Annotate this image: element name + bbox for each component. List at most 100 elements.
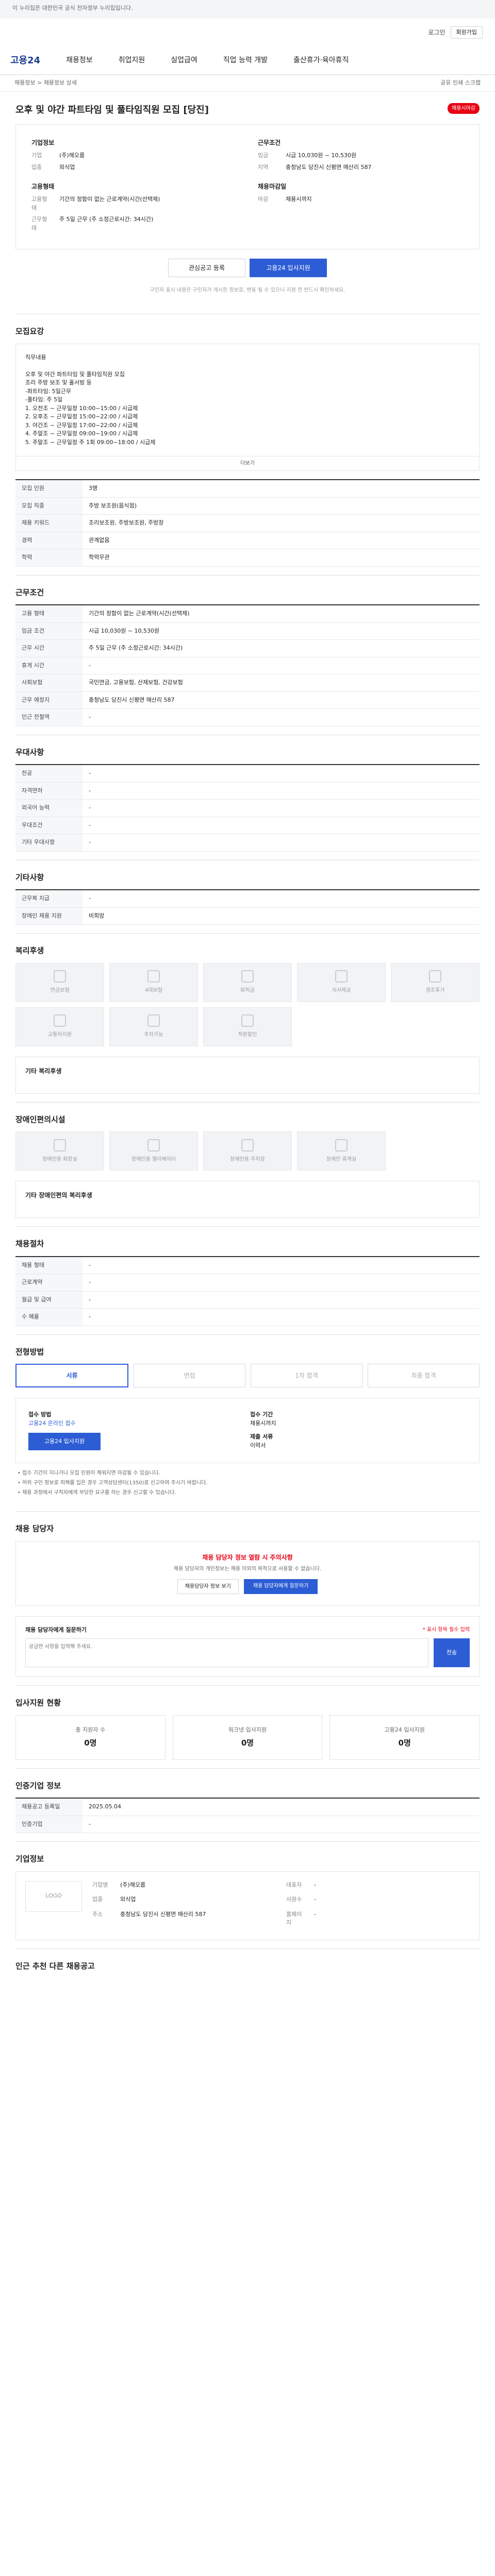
welfare-item: 주차가능 bbox=[109, 1007, 198, 1046]
utility-bar: 로그인 회원가입 bbox=[0, 19, 495, 46]
company-summary-title: 기업정보 bbox=[31, 139, 55, 146]
table-row: 근로계약 - bbox=[15, 1274, 480, 1292]
view-contact-button[interactable]: 채용담당자 정보 보기 bbox=[177, 1579, 239, 1594]
apply-info-box: 접수 방법 고용24 온라인 접수 고용24 입사지원 접수 기간 채용시까지 … bbox=[15, 1398, 480, 1463]
table-row: 휴게 시간 - bbox=[15, 657, 480, 674]
deadline-summary-title: 채용마감일 bbox=[258, 183, 287, 190]
question-title: 채용 담당자에게 질문하기 bbox=[25, 1626, 87, 1633]
accessibility-icon bbox=[54, 1139, 66, 1151]
table-row: 기타 우대사항 - bbox=[15, 834, 480, 852]
section-status-title: 입사지원 현황 bbox=[15, 1685, 480, 1715]
disabled-item: 장애인용 화장실 bbox=[15, 1131, 104, 1171]
company-logo: LOGO bbox=[25, 1880, 82, 1912]
nav-menu-0[interactable]: 채용정보 bbox=[66, 55, 93, 66]
main-content: 오후 및 야간 파트타임 및 풀타임직원 모집 [당진] 채용시마감 기업정보 … bbox=[15, 92, 480, 1998]
cond-summary: 근무조건 임금 시급 10,030원 ~ 10,530원 지역 충청남도 당진시 신… bbox=[258, 138, 464, 175]
extra-table: 근무복 지급 - 장애인 채용 지원 비희망 bbox=[15, 889, 480, 925]
ask-contact-button[interactable]: 채용 담당자에게 질문하기 bbox=[243, 1579, 318, 1594]
process-table: 채용 형태 - 근로계약 - 월급 및 급여 - 수 혜율 - bbox=[15, 1256, 480, 1326]
nav-menu-4[interactable]: 출산휴가·육아휴직 bbox=[293, 55, 349, 66]
req-summary: 고용형태 고용형태 기간의 정함이 없는 근로계약(시간(선택제) 근무형태 주 5… bbox=[31, 182, 237, 235]
table-row: 채용공고 등록일 2025.05.04 bbox=[15, 1798, 480, 1816]
company-summary: 기업정보 기업 (주)해오름 업종 외식업 bbox=[31, 138, 237, 175]
table-row: 수 혜율 - bbox=[15, 1308, 480, 1326]
expand-button[interactable]: 더보기 bbox=[15, 456, 480, 471]
detail-table: 모집 인원 3명 모집 직종 주방 보조원(음식점) 채용 키워드 조리보조원, 주방… bbox=[15, 479, 480, 567]
table-row: 학력 학력무관 bbox=[15, 549, 480, 567]
job-description-box: 직무내용 오후 및 야간 파트타임 및 풀타임직원 모집 조리 주방 보조 및 … bbox=[15, 343, 480, 456]
section-contact-title: 채용 담당자 bbox=[15, 1511, 480, 1541]
table-row: 우대조건 - bbox=[15, 817, 480, 834]
table-row: 고용 형태 기간의 정함이 없는 근로계약(시간(선택제) bbox=[15, 605, 480, 623]
step-2: 1차 합격 bbox=[251, 1364, 362, 1387]
welfare-icon bbox=[335, 970, 348, 982]
breadcrumb-left: 채용정보 > 채용정보 상세 bbox=[14, 79, 77, 87]
site-logo[interactable]: 고용24 bbox=[10, 54, 40, 67]
nav-menu-1[interactable]: 취업지원 bbox=[119, 55, 145, 66]
summary-row: 임금 시급 10,030원 ~ 10,530원 bbox=[258, 152, 357, 159]
section-company-title: 채용절차 bbox=[15, 1226, 480, 1256]
stat-card: 고용24 입사지원 0명 bbox=[329, 1715, 480, 1760]
table-row: 인증기업 - bbox=[15, 1816, 480, 1833]
table-row: 모집 인원 3명 bbox=[15, 480, 480, 498]
welfare-icon bbox=[429, 970, 441, 982]
company-row: 업종 외식업 bbox=[92, 1896, 136, 1903]
welfare-item: 식사제공 bbox=[297, 962, 386, 1002]
step-1: 면접 bbox=[134, 1364, 245, 1387]
table-row: 근무복 지급 - bbox=[15, 890, 480, 908]
summary-row: 근무형태 주 5일 근무 (주 소정근로시간: 34시간) bbox=[31, 216, 154, 231]
apply-method: 접수 방법 고용24 온라인 접수 고용24 입사지원 bbox=[28, 1411, 245, 1450]
table-row: 전공 - bbox=[15, 765, 480, 783]
nav-menu-2[interactable]: 실업급여 bbox=[171, 55, 197, 66]
table-row: 임금 조건 시급 10,030원 ~ 10,530원 bbox=[15, 622, 480, 640]
table-row: 사회보험 국민연금, 고용보험, 산재보험, 건강보험 bbox=[15, 674, 480, 692]
global-nav: 고용24 채용정보 취업지원 실업급여 직업 능력 개발 출산휴가·육아휴직 bbox=[0, 46, 495, 75]
table-row: 경력 관계없음 bbox=[15, 532, 480, 549]
process-steps: 서류 면접 1차 합격 최종 합격 bbox=[15, 1364, 480, 1387]
stat-card: 총 지원자 수 0명 bbox=[15, 1715, 166, 1760]
section-company-info-title: 기업정보 bbox=[15, 1841, 480, 1871]
welfare-item: 직원할인 bbox=[203, 1007, 292, 1046]
section-apply-title: 전형방법 bbox=[15, 1334, 480, 1364]
prefer-table: 전공 - 자격면허 - 외국어 능력 - 우대조건 - 기타 우대사항 - bbox=[15, 764, 480, 852]
table-row: 모집 직종 주방 보조원(음식점) bbox=[15, 497, 480, 515]
welfare-item: 4대보험 bbox=[109, 962, 198, 1002]
accessibility-icon bbox=[335, 1139, 348, 1151]
table-row: 채용 형태 - bbox=[15, 1256, 480, 1274]
welfare-item: 경조휴가 bbox=[391, 962, 480, 1002]
disabled-item: 장애인용 엘리베이터 bbox=[109, 1131, 198, 1171]
company-row: 홈페이지 - bbox=[286, 1910, 316, 1926]
share-actions[interactable]: 공유 인쇄 스크랩 bbox=[440, 79, 481, 88]
question-form: 채용 담당자에게 질문하기 * 표시 항목 필수 입력 전송 bbox=[15, 1616, 480, 1677]
table-row: 인근 전철역 - bbox=[15, 708, 480, 726]
conditions-table: 고용 형태 기간의 정함이 없는 근로계약(시간(선택제) 임금 조건 시급 10,… bbox=[15, 604, 480, 726]
summary-row: 마감 채용시까지 bbox=[258, 196, 312, 202]
company-row: 기업명 (주)해오름 bbox=[92, 1881, 146, 1888]
question-input[interactable] bbox=[25, 1638, 428, 1667]
job-summary-card: 기업정보 기업 (주)해오름 업종 외식업 근무조건 임금 시급 10,030원 ~ … bbox=[15, 124, 480, 249]
summary-row: 기업 (주)해오름 bbox=[31, 152, 85, 159]
disabled-grid: 장애인용 화장실 장애인용 엘리베이터 장애인용 주차장 장애인 휴게실 bbox=[15, 1131, 480, 1171]
stat-card: 워크넷 입사지원 0명 bbox=[172, 1715, 323, 1760]
applicant-stats: 총 지원자 수 0명 워크넷 입사지원 0명 고용24 입사지원 0명 bbox=[15, 1715, 480, 1760]
welfare-icon bbox=[54, 970, 66, 982]
table-row: 근무 예정지 충청남도 당진시 신평면 매산리 587 bbox=[15, 691, 480, 709]
login-link[interactable]: 로그인 bbox=[428, 28, 445, 37]
warning-title: 채용 담당자 정보 열람 시 주의사항 bbox=[202, 1553, 293, 1561]
disabled-extra-box: 기타 장애인편의 복리후생 bbox=[15, 1181, 480, 1218]
section-welfare-title: 복리후생 bbox=[15, 933, 480, 963]
nav-menu-3[interactable]: 직업 능력 개발 bbox=[223, 55, 268, 66]
join-button[interactable]: 회원가입 bbox=[450, 26, 483, 39]
disclaimer-note: 구인자 표시 내용은 구인자가 게시한 정보로, 변동 될 수 있으니 지원 전… bbox=[150, 287, 345, 293]
welfare-item: 퇴직금 bbox=[203, 962, 292, 1002]
welfare-icon bbox=[241, 1014, 254, 1027]
send-question-button[interactable]: 전송 bbox=[434, 1638, 470, 1667]
apply-button[interactable]: 고용24 입사지원 bbox=[250, 259, 327, 277]
save-job-button[interactable]: 관심공고 등록 bbox=[168, 259, 245, 277]
welfare-extra-box: 기타 복리후생 bbox=[15, 1056, 480, 1094]
section-disabled-title: 장애인편의시설 bbox=[15, 1101, 480, 1132]
apply-online-button[interactable]: 고용24 입사지원 bbox=[28, 1433, 101, 1450]
contact-warning-box: 채용 담당자 정보 열람 시 주의사항 채용 담당자의 개인정보는 채용 이외의… bbox=[15, 1540, 480, 1606]
welfare-icon bbox=[147, 1014, 160, 1027]
section-info-title: 인증기업 정보 bbox=[15, 1768, 480, 1798]
